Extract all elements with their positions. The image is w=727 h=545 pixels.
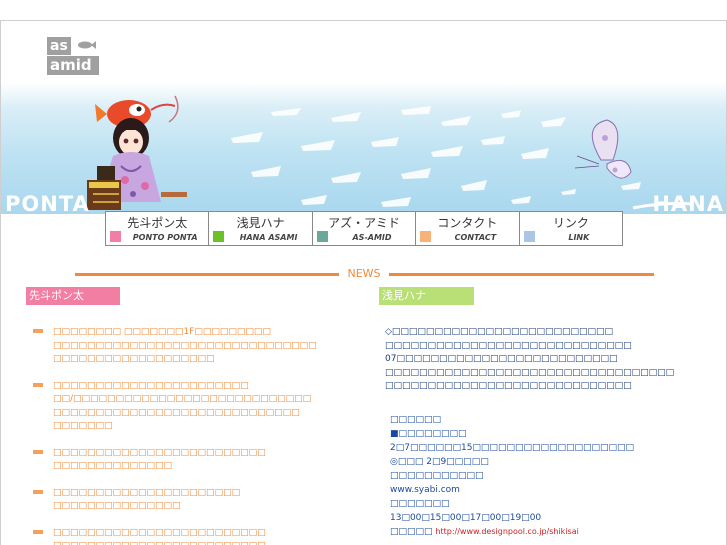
info-line: □□□□□□□□□□□ <box>390 471 484 481</box>
text-line: 07□□□□□□□□□□□□□□□□□□□□□□□□□□ <box>385 354 618 364</box>
text-line: ◇□□□□□□□□□□□□□□□□□□□□□□□□□□ <box>385 327 614 337</box>
info-line: 2□7□□□□□□15□□□□□□□□□□□□□□□□□□□ <box>390 443 634 453</box>
nav-label-jp: 先斗ポン太 <box>127 215 188 230</box>
nav-label-en: LINK <box>568 232 590 242</box>
list-item[interactable]: □□□□□□□□□□□□□□□□□□□□□□□□□ □□□□□□□□□□□□□□… <box>31 527 371 545</box>
text-line: □□□□□□□□□□□□□□□□□□□□□□□□□□□□□ <box>385 340 632 351</box>
bullet-icon <box>33 449 43 454</box>
item-line: □□□□□□□□□□□□□□□□□□□□□□□□□□□□□ <box>53 407 300 418</box>
list-item[interactable]: □□□□□□□□□□□□□□□□□□□□□□□□□ □□□□□□□□□□□□□□ <box>31 447 371 474</box>
logo-line2: amid <box>47 56 99 75</box>
nav-item-contact[interactable]: コンタクト CONTACT <box>416 212 520 245</box>
item-line: □□□□□□□□□□□□□□□□□□□□□□□□□ <box>53 527 266 538</box>
nav-swatch-teal <box>316 231 328 242</box>
nav-label-en: PONTO PONTA <box>132 232 198 242</box>
nav-label-jp: アズ・アミド <box>328 215 400 230</box>
fish-logo-icon <box>78 41 96 49</box>
nav-item-link[interactable]: リンク LINK <box>520 212 622 245</box>
bullet-icon <box>33 529 43 534</box>
page-frame: as amid PONTA HANA 先斗ポン太 PONTO PONTA 浅見ハ… <box>0 20 727 545</box>
banner-illustration <box>87 95 694 210</box>
butterfly-illustration <box>574 119 632 179</box>
text-line: □□□□□□□□□□□□□□□□□□□□□□□□□□□□□□□□□□ <box>385 367 675 378</box>
list-item[interactable]: □□□□□□□□□□□□□□□□□□□□□□□ □□/□□□□□□□□□□□□□… <box>31 380 371 434</box>
item-line: □□□□□□□□□□□□□□□□□□□□□□□□□ <box>53 540 371 545</box>
bullet-icon <box>33 382 43 387</box>
bullet-icon <box>33 489 43 494</box>
venue-link[interactable]: www.syabi.com <box>390 483 726 497</box>
news-divider-right <box>389 273 654 276</box>
nav-item-ponto-ponta[interactable]: 先斗ポン太 PONTO PONTA <box>106 212 210 245</box>
as-amid-logo[interactable]: as amid <box>47 37 99 77</box>
nav-item-hana-asami[interactable]: 浅見ハナ HANA ASAMI <box>209 212 313 245</box>
main-navigation: 先斗ポン太 PONTO PONTA 浅見ハナ HANA ASAMI アズ・アミド… <box>105 211 623 246</box>
hana-event-info: □□□□□□ ■□□□□□□□□ 2□7□□□□□□15□□□□□□□□□□□□… <box>390 413 726 539</box>
designpool-link[interactable]: http://www.designpool.co.jp/shikisai <box>435 527 578 536</box>
nav-label-jp: リンク <box>552 215 589 230</box>
nav-item-as-amid[interactable]: アズ・アミド AS-AMID <box>313 212 417 245</box>
nav-swatch-blue <box>523 231 535 242</box>
news-title: NEWS <box>347 267 381 280</box>
item-line: □□□□□□□□□□□□□□□□□□□□□□□□□□□□□□□ <box>53 340 317 351</box>
item-line: □□□□□□□□□□□□□□□□□□□□□□□□□ <box>53 447 266 458</box>
nav-swatch-green <box>213 231 225 242</box>
info-line: ◎□□□ 2□9□□□□□ <box>390 457 489 467</box>
info-line: 13□00□15□00□17□00□19□00 <box>390 513 542 523</box>
bullet-icon <box>33 329 43 333</box>
news-section-header: NEWS <box>75 267 654 281</box>
info-line-url-row: □□□□□ http://www.designpool.co.jp/shikis… <box>390 525 726 539</box>
nav-label-en: CONTACT <box>454 232 497 242</box>
nav-label-en: HANA ASAMI <box>239 232 298 242</box>
item-line: □□/□□□□□□□□□□□□□□□□□□□□□□□□□□□□ <box>53 394 312 404</box>
info-label: □□□□□ <box>390 527 433 537</box>
item-line: □□□□□□□□□□□□□□ <box>53 461 173 471</box>
item-line: □□□□□□□□□□□□□□□ <box>53 501 181 511</box>
nav-label-jp: 浅見ハナ <box>236 215 285 230</box>
nav-label-jp: コンタクト <box>437 215 498 230</box>
hana-news-text: ◇□□□□□□□□□□□□□□□□□□□□□□□□□□ □□□□□□□□□□□□… <box>385 326 725 394</box>
item-line: □□□□□□□ <box>53 421 113 431</box>
info-line: ■□□□□□□□□ <box>390 429 467 439</box>
list-item[interactable]: □□□□□□□□ □□□□□□□1F□□□□□□□□□ □□□□□□□□□□□□… <box>31 326 371 367</box>
item-line: □□□□□□□□□□□□□□□□□□□ <box>53 354 215 364</box>
girl-illustration <box>87 95 187 210</box>
banner-word-ponta: PONTA <box>5 192 90 214</box>
nav-swatch-orange <box>420 231 432 242</box>
ponta-column-heading: 先斗ポン太 <box>26 287 120 305</box>
ponta-news-list: □□□□□□□□ □□□□□□□1F□□□□□□□□□ □□□□□□□□□□□□… <box>31 326 371 545</box>
news-divider-left <box>75 273 339 276</box>
header-banner: PONTA HANA <box>1 82 726 214</box>
item-line: □□□□□□□□□□□□□□□□□□□□□□ <box>53 487 241 498</box>
item-line: □□□□□□□□ □□□□□□□1F□□□□□□□□□ <box>53 327 271 337</box>
banner-word-hana: HANA <box>652 192 724 214</box>
info-line: □□□□□□ <box>390 415 442 425</box>
text-line: □□□□□□□□□□□□□□□□□□□□□□□□□□□□□ <box>385 381 632 391</box>
item-line: □□□□□□□□□□□□□□□□□□□□□□□ <box>53 380 249 391</box>
list-item[interactable]: □□□□□□□□□□□□□□□□□□□□□□ □□□□□□□□□□□□□□□ <box>31 487 371 514</box>
nav-label-en: AS-AMID <box>352 232 392 242</box>
hana-column-heading: 浅見ハナ <box>379 287 474 305</box>
logo-line1: as <box>47 37 71 55</box>
info-line: □□□□□□□ <box>390 499 450 509</box>
